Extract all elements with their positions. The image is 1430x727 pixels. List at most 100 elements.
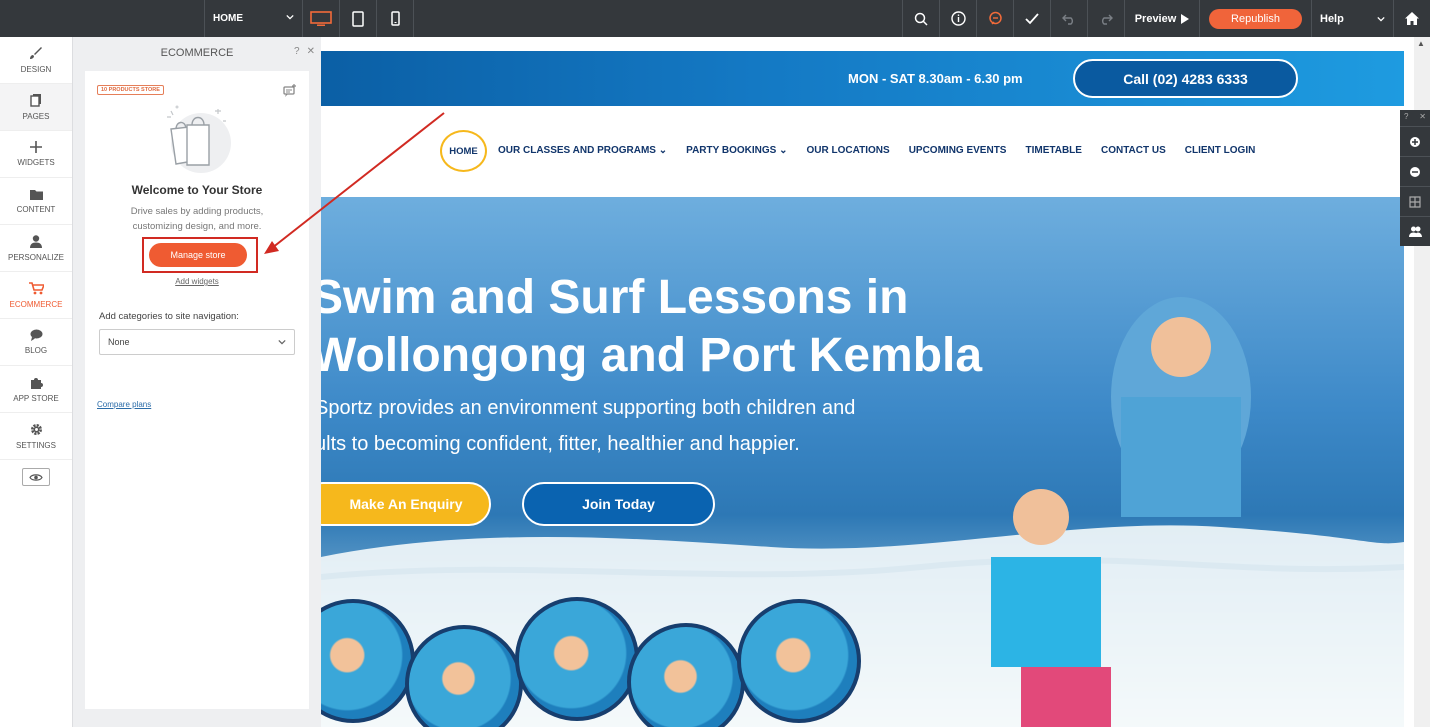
panel-header: ECOMMERCE ? ✕ bbox=[73, 37, 321, 69]
help-icon[interactable]: ? bbox=[294, 46, 300, 57]
highlight-box: Manage store bbox=[142, 237, 258, 273]
store-heading: Welcome to Your Store bbox=[131, 183, 263, 197]
play-icon bbox=[1181, 13, 1190, 24]
compare-plans-link[interactable]: Compare plans bbox=[97, 400, 151, 409]
site-nav-home[interactable]: HOME bbox=[440, 130, 487, 172]
search-button[interactable] bbox=[902, 0, 939, 37]
mobile-view-button[interactable] bbox=[377, 0, 414, 37]
hero-sub-line1: Sportz provides an environment supportin… bbox=[321, 397, 856, 419]
nav-item-widgets[interactable]: WIDGETS bbox=[0, 131, 72, 178]
call-button[interactable]: Call (02) 4283 6333 bbox=[1073, 59, 1298, 98]
toolbar-spacer bbox=[0, 0, 205, 37]
close-icon[interactable]: ✕ bbox=[307, 46, 315, 57]
site-nav-label: PARTY BOOKINGS bbox=[686, 145, 777, 156]
info-icon bbox=[950, 11, 966, 26]
site-nav-links: OUR CLASSES AND PROGRAMS ⌄ PARTY BOOKING… bbox=[498, 145, 1255, 156]
hero-title-line1: Swim and Surf Lessons in bbox=[321, 271, 909, 324]
users-button[interactable] bbox=[1400, 216, 1430, 246]
site-nav-contact[interactable]: CONTACT US bbox=[1101, 145, 1166, 156]
toolbar-fill bbox=[414, 0, 902, 37]
join-today-button[interactable]: Join Today bbox=[522, 482, 715, 526]
tablet-icon bbox=[352, 10, 364, 27]
store-description: Drive sales by adding products, customiz… bbox=[130, 206, 264, 232]
add-widgets-link[interactable]: Add widgets bbox=[85, 277, 309, 286]
nav-item-label: WIDGETS bbox=[17, 158, 55, 167]
zoom-in-icon bbox=[1410, 136, 1420, 147]
redo-button[interactable] bbox=[1087, 0, 1124, 37]
grid-toggle-button[interactable] bbox=[1400, 186, 1430, 216]
categories-value: None bbox=[108, 337, 130, 347]
manage-store-button[interactable]: Manage store bbox=[149, 243, 247, 267]
categories-label: Add categories to site navigation: bbox=[99, 311, 239, 322]
chat-add-icon[interactable] bbox=[283, 84, 297, 102]
gallery-photo bbox=[515, 597, 639, 721]
undo-button[interactable] bbox=[1050, 0, 1087, 37]
gear-icon bbox=[30, 423, 42, 435]
toggle-visibility-button[interactable] bbox=[22, 468, 50, 486]
nav-item-blog[interactable]: BLOG bbox=[0, 319, 72, 366]
puzzle-icon bbox=[30, 377, 43, 389]
zoom-out-button[interactable] bbox=[1400, 156, 1430, 186]
search-icon bbox=[914, 12, 928, 26]
editor-toolbar: HOME Preview Republish Help bbox=[0, 0, 1430, 37]
nav-item-content[interactable]: CONTENT bbox=[0, 178, 72, 225]
site-nav: HOME OUR CLASSES AND PROGRAMS ⌄ PARTY BO… bbox=[321, 106, 1404, 198]
nav-item-label: SETTINGS bbox=[15, 440, 56, 450]
chevron-down-icon bbox=[278, 339, 286, 345]
site-nav-party[interactable]: PARTY BOOKINGS ⌄ bbox=[686, 145, 787, 156]
panel-title: ECOMMERCE bbox=[160, 47, 234, 59]
help-menu[interactable]: Help bbox=[1311, 0, 1393, 37]
site-top-bar: MON - SAT 8.30am - 6.30 pm Call (02) 428… bbox=[321, 51, 1404, 106]
site-nav-label: OUR CLASSES AND PROGRAMS bbox=[498, 145, 656, 156]
eye-icon bbox=[29, 473, 43, 481]
page-selector[interactable]: HOME bbox=[205, 0, 303, 37]
scroll-up-icon[interactable]: ▲ bbox=[1417, 39, 1425, 48]
preview-label: Preview bbox=[1134, 12, 1177, 25]
grid-icon bbox=[1409, 195, 1421, 208]
mobile-icon bbox=[390, 11, 400, 26]
comment-icon bbox=[988, 11, 1002, 25]
users-icon bbox=[1408, 226, 1422, 237]
plan-badge: 10 PRODUCTS STORE bbox=[97, 85, 164, 95]
brush-icon bbox=[30, 47, 42, 59]
categories-select[interactable]: None bbox=[99, 329, 295, 355]
info-button[interactable] bbox=[939, 0, 976, 37]
checkmark-button[interactable] bbox=[1013, 0, 1050, 37]
nav-item-settings[interactable]: SETTINGS bbox=[0, 413, 72, 460]
hero-title: Swim and Surf Lessons in Wollongong and … bbox=[321, 269, 982, 385]
cart-icon bbox=[28, 281, 44, 294]
preview-button[interactable]: Preview bbox=[1124, 0, 1199, 37]
redo-icon bbox=[1102, 14, 1113, 25]
chevron-down-icon bbox=[286, 13, 294, 24]
nav-item-personalize[interactable]: PERSONALIZE bbox=[0, 225, 72, 272]
nav-item-pages[interactable]: PAGES bbox=[0, 84, 72, 131]
desktop-view-button[interactable] bbox=[303, 0, 340, 37]
site-nav-locations[interactable]: OUR LOCATIONS bbox=[807, 145, 890, 156]
site-nav-timetable[interactable]: TIMETABLE bbox=[1025, 145, 1081, 156]
site-nav-classes[interactable]: OUR CLASSES AND PROGRAMS ⌄ bbox=[498, 145, 667, 156]
site-nav-events[interactable]: UPCOMING EVENTS bbox=[909, 145, 1007, 156]
home-button[interactable] bbox=[1393, 0, 1430, 37]
hero-subtitle: Sportz provides an environment supportin… bbox=[321, 390, 855, 462]
panel-controls: ? ✕ bbox=[294, 46, 315, 57]
comments-button[interactable] bbox=[976, 0, 1013, 37]
folder-icon bbox=[29, 189, 43, 200]
nav-item-label: ECOMMERCE bbox=[9, 299, 63, 309]
zoom-in-button[interactable] bbox=[1400, 126, 1430, 156]
site-canvas: MON - SAT 8.30am - 6.30 pm Call (02) 428… bbox=[321, 37, 1414, 727]
close-icon[interactable]: ✕ bbox=[1419, 112, 1426, 124]
republish-button[interactable]: Republish bbox=[1209, 8, 1302, 29]
help-label: Help bbox=[1320, 12, 1344, 25]
tablet-view-button[interactable] bbox=[340, 0, 377, 37]
side-tools-header: ? ✕ bbox=[1400, 110, 1430, 126]
nav-item-design[interactable]: DESIGN bbox=[0, 37, 72, 84]
site-nav-login[interactable]: CLIENT LOGIN bbox=[1185, 145, 1256, 156]
chevron-down-icon bbox=[1377, 16, 1385, 22]
nav-item-app-store[interactable]: APP STORE bbox=[0, 366, 72, 413]
nav-item-ecommerce[interactable]: ECOMMERCE bbox=[0, 272, 72, 319]
enquiry-button[interactable]: Make An Enquiry bbox=[321, 482, 491, 526]
help-icon[interactable]: ? bbox=[1404, 112, 1408, 124]
gallery-photo bbox=[737, 599, 861, 723]
plus-icon bbox=[30, 141, 42, 153]
hero-sub-line2: ults to becoming confident, fitter, heal… bbox=[321, 433, 800, 455]
